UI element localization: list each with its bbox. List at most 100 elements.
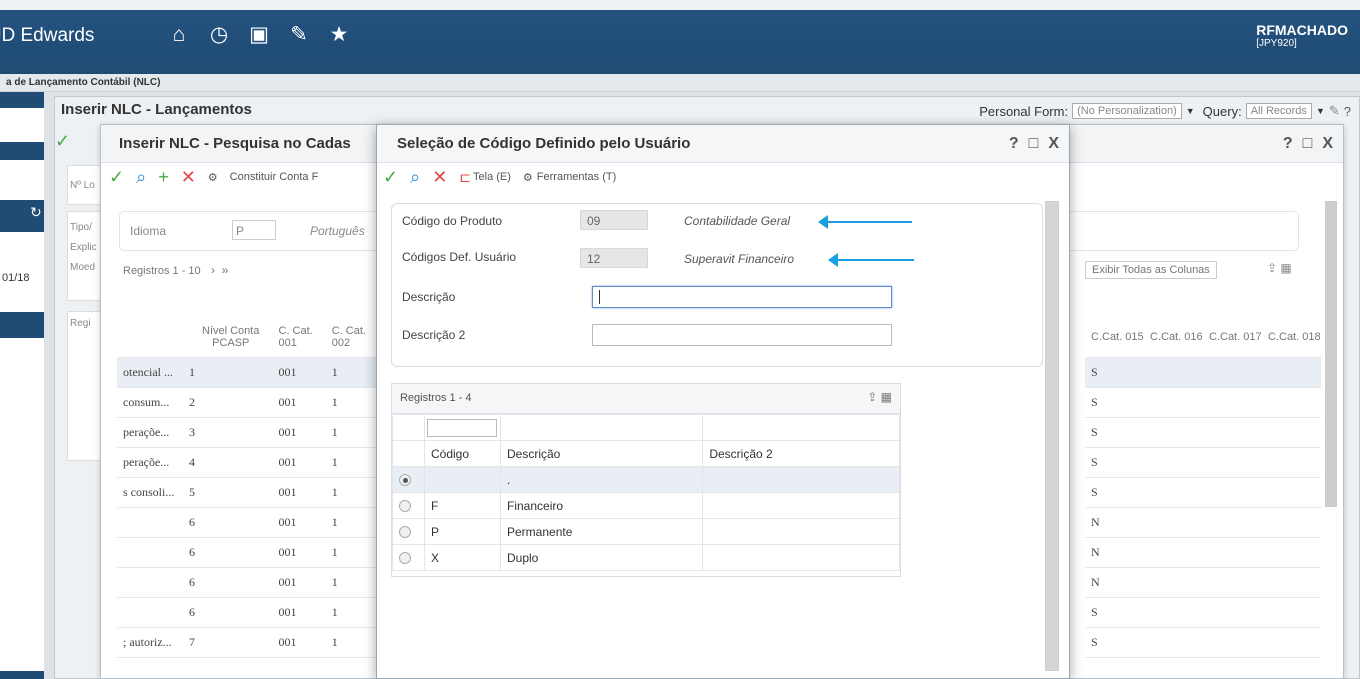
row-select-radio[interactable]: [392, 466, 425, 493]
chevron-down-icon[interactable]: ▼: [1186, 106, 1195, 116]
constituir-button[interactable]: Constituir Conta F: [230, 171, 319, 183]
table-row[interactable]: 6 001 1: [117, 537, 379, 568]
row-select-radio[interactable]: [392, 544, 425, 571]
watchlist-icon[interactable]: ▣: [246, 22, 272, 48]
radio-icon[interactable]: [399, 500, 411, 513]
table-row[interactable]: S: [1085, 447, 1321, 478]
idioma-input[interactable]: P: [232, 220, 276, 240]
table-row[interactable]: 6 001 1: [117, 507, 379, 538]
qbe-codigo-input[interactable]: [427, 418, 497, 437]
ferramentas-menu[interactable]: Ferramentas (T): [537, 171, 616, 183]
descricao-input[interactable]: [592, 286, 892, 308]
bg-grid-left: Nível Conta PCASP C. Cat. 001 C. Cat. 00…: [117, 317, 379, 658]
table-row[interactable]: X Duplo: [392, 544, 900, 571]
table-row[interactable]: .: [392, 466, 900, 493]
descricao2-input[interactable]: [592, 324, 892, 346]
table-row[interactable]: S: [1085, 477, 1321, 508]
table-cell: [1262, 537, 1321, 568]
next-page-icon[interactable]: › »: [211, 263, 228, 277]
chevron-down-icon[interactable]: ▼: [1316, 106, 1325, 116]
table-row[interactable]: 6 001 1: [117, 597, 379, 628]
search-icon[interactable]: ⌕: [136, 168, 146, 186]
col-header: Nível Conta PCASP: [183, 317, 273, 358]
add-icon[interactable]: +: [158, 168, 169, 186]
table-cell: [1203, 387, 1262, 418]
col-descricao[interactable]: Descrição: [499, 440, 704, 467]
table-cell: [1262, 597, 1321, 628]
table-cell: F: [424, 492, 501, 519]
maximize-icon[interactable]: □: [1303, 135, 1313, 153]
close-icon[interactable]: X: [1048, 135, 1059, 153]
ok-icon[interactable]: ✓: [109, 168, 124, 186]
row-select-radio[interactable]: [392, 492, 425, 519]
table-cell: S: [1085, 447, 1144, 478]
home-icon[interactable]: ⌂: [166, 22, 192, 48]
user-info[interactable]: RFMACHADO [JPY920]: [1256, 22, 1348, 49]
dialog-scrollbar[interactable]: [1045, 201, 1059, 671]
exibir-select[interactable]: Exibir Todas as Colunas: [1085, 261, 1217, 279]
col-header: C.Cat. 015: [1085, 317, 1144, 358]
table-row[interactable]: S: [1085, 627, 1321, 658]
table-cell: 1: [325, 447, 379, 478]
radio-icon[interactable]: [399, 526, 411, 539]
query-select[interactable]: All Records: [1245, 103, 1312, 119]
col-header: [117, 317, 183, 358]
close-icon[interactable]: X: [1322, 135, 1333, 153]
gear-icon[interactable]: ⚙: [208, 171, 218, 184]
table-cell: [424, 466, 501, 493]
help-icon[interactable]: ?: [1344, 104, 1351, 119]
table-cell: 1: [325, 597, 379, 628]
favorites-icon[interactable]: ★: [326, 22, 352, 48]
cancel-icon[interactable]: ✕: [181, 168, 196, 186]
cancel-icon[interactable]: ✕: [432, 168, 447, 186]
table-row[interactable]: N: [1085, 537, 1321, 568]
form2-scrollbar[interactable]: [1325, 201, 1337, 507]
row-select-radio[interactable]: [392, 518, 425, 545]
help-icon[interactable]: ?: [1283, 135, 1293, 153]
table-row[interactable]: otencial ... 1 001 1: [117, 357, 379, 388]
table-cell: Duplo: [499, 544, 704, 571]
table-cell: [1203, 417, 1262, 448]
table-row[interactable]: peraçõe... 3 001 1: [117, 417, 379, 448]
search-icon[interactable]: ⌕: [410, 168, 420, 186]
table-cell: [117, 507, 183, 538]
table-row[interactable]: consum... 2 001 1: [117, 387, 379, 418]
table-row[interactable]: ; autoriz... 7 001 1: [117, 627, 379, 658]
table-row[interactable]: s consoli... 5 001 1: [117, 477, 379, 508]
table-cell: .: [499, 466, 704, 493]
table-row[interactable]: S: [1085, 417, 1321, 448]
recent-icon[interactable]: ◷: [206, 22, 232, 48]
select-icon[interactable]: ✓: [383, 168, 398, 186]
gear-icon[interactable]: ⚙: [523, 171, 533, 184]
refresh-icon[interactable]: ↻: [30, 204, 42, 221]
export-icon[interactable]: ⇪ ▦: [867, 390, 892, 404]
table-cell: [1144, 567, 1203, 598]
radio-icon[interactable]: [399, 474, 411, 487]
maximize-icon[interactable]: □: [1029, 135, 1039, 153]
table-row[interactable]: S: [1085, 387, 1321, 418]
table-row[interactable]: P Permanente: [392, 518, 900, 545]
table-cell: [117, 597, 183, 628]
table-row[interactable]: F Financeiro: [392, 492, 900, 519]
table-row[interactable]: N: [1085, 507, 1321, 538]
ok-icon[interactable]: ✓: [55, 131, 70, 152]
export-icon[interactable]: ⇪ ▦: [1267, 261, 1292, 275]
personal-form-select[interactable]: (No Personalization): [1072, 103, 1182, 119]
table-cell: 6: [183, 507, 273, 538]
screen-icon[interactable]: ⊏: [459, 168, 471, 186]
table-row[interactable]: S: [1085, 597, 1321, 628]
pencil-icon[interactable]: ✎: [1329, 103, 1340, 119]
table-row[interactable]: peraçõe... 4 001 1: [117, 447, 379, 478]
table-cell: 1: [325, 387, 379, 418]
table-row[interactable]: S: [1085, 357, 1321, 388]
table-row[interactable]: 6 001 1: [117, 567, 379, 598]
table-row[interactable]: N: [1085, 567, 1321, 598]
col-codigo[interactable]: Código: [424, 440, 501, 467]
radio-icon[interactable]: [399, 552, 411, 565]
table-cell: consum...: [117, 387, 183, 418]
tela-menu[interactable]: Tela (E): [473, 171, 511, 183]
help-icon[interactable]: ?: [1009, 135, 1019, 153]
edit-icon[interactable]: ✎: [286, 22, 312, 48]
col-descricao2[interactable]: Descrição 2: [702, 440, 900, 467]
table-cell: 1: [325, 537, 379, 568]
